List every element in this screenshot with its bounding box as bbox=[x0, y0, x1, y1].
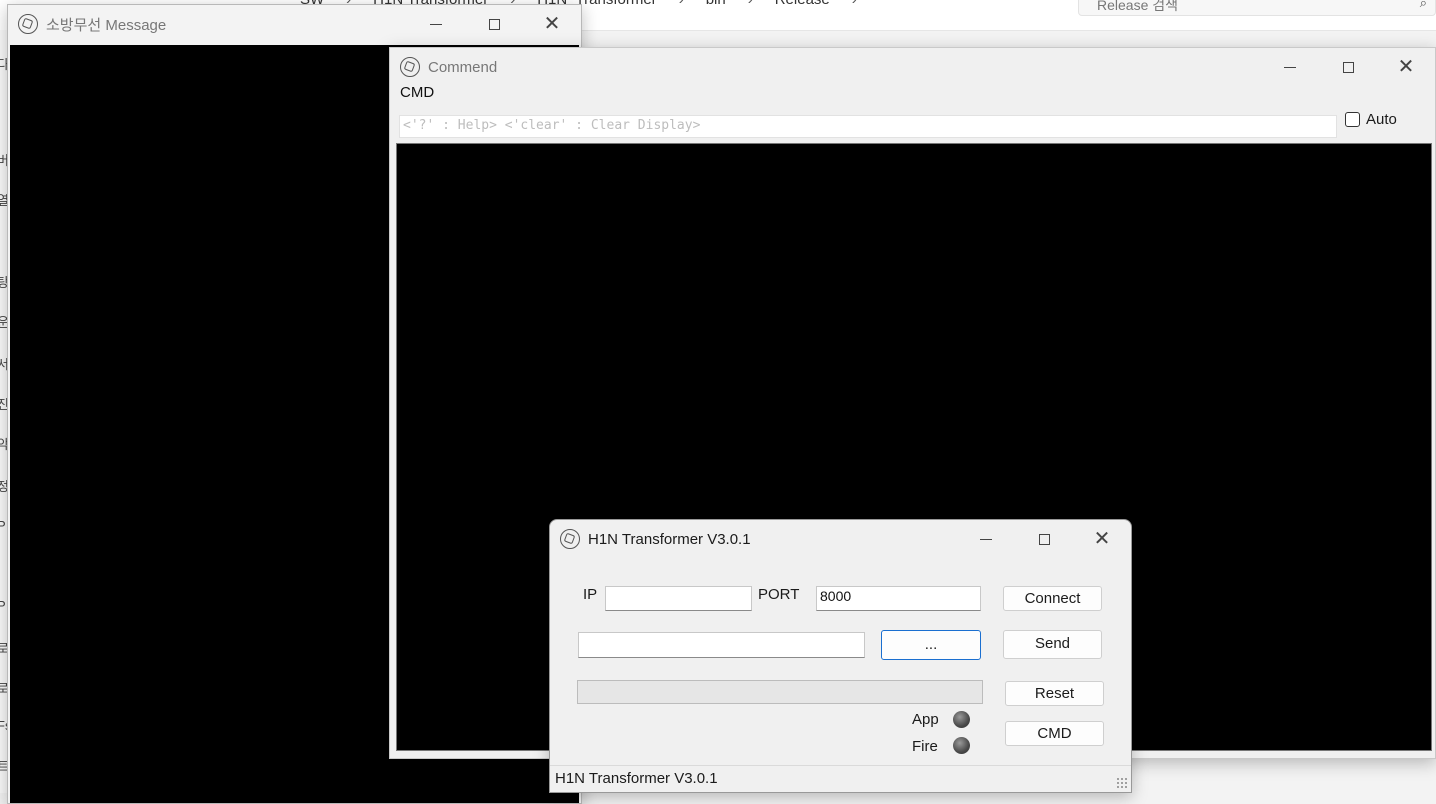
breadcrumb-item[interactable]: Release bbox=[775, 0, 830, 11]
close-icon: ✕ bbox=[1397, 56, 1415, 78]
breadcrumb-item[interactable]: bin bbox=[706, 0, 726, 11]
connect-button[interactable]: Connect bbox=[1003, 586, 1102, 611]
fire-status-led bbox=[953, 737, 970, 754]
command-window-titlebar[interactable]: Commend ✕ bbox=[390, 48, 1435, 86]
menu-item-cmd[interactable]: CMD bbox=[400, 84, 434, 101]
window-title: Commend bbox=[428, 58, 498, 76]
close-button[interactable]: ✕ bbox=[1377, 48, 1435, 86]
close-icon: ✕ bbox=[1093, 528, 1111, 550]
maximize-button[interactable] bbox=[1015, 520, 1073, 558]
browse-button[interactable]: ... bbox=[881, 630, 981, 660]
fire-status-label: Fire bbox=[912, 738, 938, 755]
close-button[interactable]: ✕ bbox=[523, 5, 581, 43]
maximize-icon bbox=[1342, 61, 1354, 73]
close-icon: ✕ bbox=[543, 13, 561, 35]
window-controls: ✕ bbox=[1261, 48, 1435, 86]
explorer-search-input[interactable]: Release 검색 ⌕ bbox=[1078, 0, 1436, 16]
app-icon bbox=[18, 14, 38, 34]
window-title: H1N Transformer V3.0.1 bbox=[588, 530, 751, 548]
minimize-button[interactable] bbox=[1261, 48, 1319, 86]
reset-button[interactable]: Reset bbox=[1005, 681, 1104, 706]
chevron-right-icon: › bbox=[852, 0, 857, 11]
transfer-progress-bar bbox=[577, 680, 983, 704]
window-controls: ✕ bbox=[407, 5, 581, 43]
status-bar: H1N Transformer V3.0.1 bbox=[550, 765, 1131, 792]
app-icon bbox=[560, 529, 580, 549]
port-label: PORT bbox=[758, 586, 800, 603]
window-title: 소방무선 Message bbox=[46, 16, 167, 34]
maximize-button[interactable] bbox=[465, 5, 523, 43]
side-panel-char: P bbox=[0, 518, 6, 533]
maximize-icon bbox=[488, 18, 500, 30]
window-controls: ✕ bbox=[957, 520, 1131, 558]
file-path-input[interactable] bbox=[578, 632, 865, 658]
h1n-main-window: H1N Transformer V3.0.1 ✕ IP PORT 8000 Co… bbox=[549, 519, 1132, 793]
chevron-right-icon: › bbox=[679, 0, 684, 11]
message-window-titlebar[interactable]: 소방무선 Message ✕ bbox=[8, 5, 581, 43]
side-panel-char: P bbox=[0, 598, 6, 613]
maximize-icon bbox=[1038, 533, 1050, 545]
minimize-icon bbox=[980, 538, 992, 540]
search-icon: ⌕ bbox=[1419, 0, 1427, 10]
minimize-icon bbox=[1284, 66, 1296, 68]
cmd-button[interactable]: CMD bbox=[1005, 721, 1104, 746]
ip-input[interactable] bbox=[605, 586, 752, 611]
status-text: H1N Transformer V3.0.1 bbox=[555, 770, 718, 787]
minimize-icon bbox=[430, 23, 442, 25]
command-input-placeholder: <'?' : Help> <'clear' : Clear Display> bbox=[403, 118, 701, 133]
port-input[interactable]: 8000 bbox=[816, 586, 981, 611]
send-button[interactable]: Send bbox=[1003, 630, 1102, 659]
h1n-window-titlebar[interactable]: H1N Transformer V3.0.1 ✕ bbox=[550, 520, 1131, 558]
app-status-led bbox=[953, 711, 970, 728]
ip-label: IP bbox=[583, 586, 598, 603]
resize-grip-icon[interactable] bbox=[1116, 777, 1128, 789]
command-input[interactable]: <'?' : Help> <'clear' : Clear Display> bbox=[399, 115, 1337, 138]
minimize-button[interactable] bbox=[957, 520, 1015, 558]
checkbox-box[interactable] bbox=[1345, 112, 1360, 127]
app-icon bbox=[400, 57, 420, 77]
auto-checkbox-label: Auto bbox=[1366, 111, 1397, 128]
auto-checkbox[interactable]: Auto bbox=[1345, 111, 1397, 128]
app-status-label: App bbox=[912, 711, 939, 728]
search-placeholder: Release 검색 bbox=[1097, 0, 1179, 13]
minimize-button[interactable] bbox=[407, 5, 465, 43]
chevron-right-icon: › bbox=[748, 0, 753, 11]
close-button[interactable]: ✕ bbox=[1073, 520, 1131, 558]
maximize-button[interactable] bbox=[1319, 48, 1377, 86]
